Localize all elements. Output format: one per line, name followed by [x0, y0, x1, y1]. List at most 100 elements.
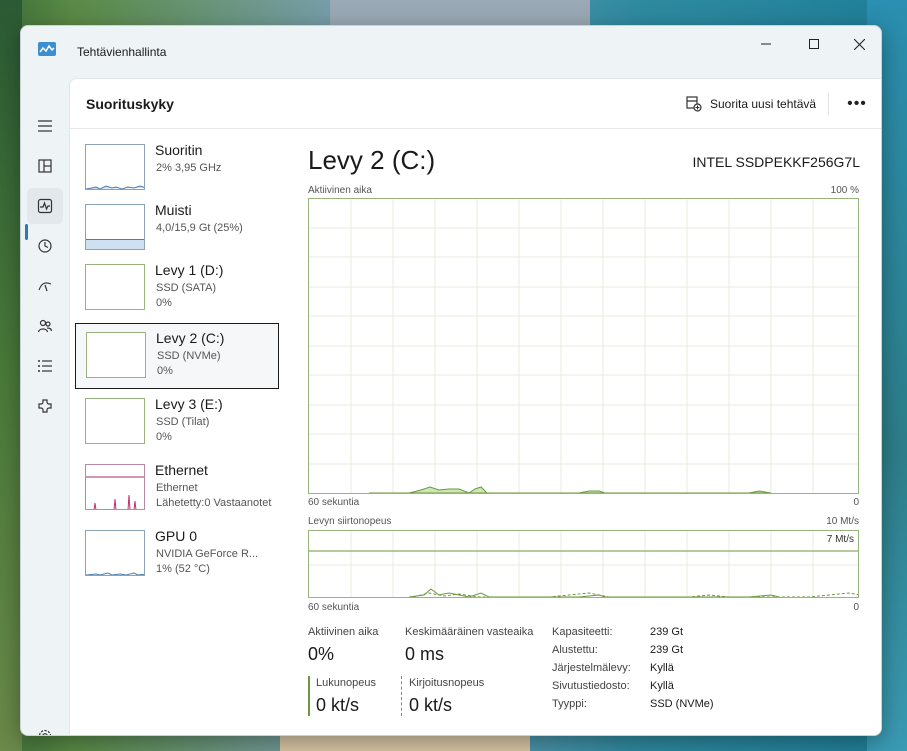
device-thumbnail: [85, 398, 145, 444]
response-time-label: Keskimääräinen vasteaika: [405, 626, 534, 638]
read-speed-value: 0 kt/s: [316, 695, 360, 715]
property-value: 239 Gt: [650, 644, 684, 656]
device-name: Suoritin: [155, 142, 203, 158]
nav-startup-apps[interactable]: [27, 268, 63, 304]
task-manager-app-icon: [38, 42, 56, 56]
property-value: 239 Gt: [650, 626, 684, 638]
graph2-xlabel: 60 sekuntia: [308, 602, 360, 613]
title-bar[interactable]: Tehtävienhallinta: [21, 26, 881, 78]
device-detail: NVIDIA GeForce R...: [156, 548, 259, 560]
header-divider: [828, 93, 829, 115]
transfer-rate-graph: 7 Mt/s: [308, 530, 859, 598]
active-time-label: Aktiivinen aika: [308, 626, 379, 638]
device-detail: 4,0/15,9 Gt (25%): [156, 222, 243, 234]
settings-icon: [38, 729, 52, 735]
graph1-xlabel: 60 sekuntia: [308, 497, 360, 508]
device-name: GPU 0: [155, 528, 198, 544]
device-detail: 2% 3,95 GHz: [156, 162, 222, 174]
device-name: Levy 3 (E:): [155, 396, 223, 412]
device-detail: Ethernet: [156, 482, 198, 494]
device-usage: Lähetetty:0 Vastaanotet: [156, 497, 272, 509]
menu-icon: [38, 120, 52, 132]
graph1-min: 0: [853, 497, 859, 508]
run-new-task-button[interactable]: Suorita uusi tehtävä: [686, 92, 816, 116]
desktop-wallpaper-sand: [280, 735, 530, 751]
nav-settings[interactable]: [27, 718, 63, 735]
nav-services[interactable]: [27, 388, 63, 424]
device-thumbnail: [86, 332, 146, 378]
device-thumbnail: [85, 264, 145, 310]
device-name: Ethernet: [155, 462, 208, 478]
app-history-icon: [38, 239, 52, 253]
processes-icon: [38, 159, 52, 173]
device-disk-3[interactable]: Levy 3 (E:) SSD (Tilat) 0%: [75, 390, 279, 456]
device-disk-1[interactable]: Levy 1 (D:) SSD (SATA) 0%: [75, 256, 279, 322]
property-key: Kapasiteetti:: [552, 626, 613, 638]
property-key: Järjestelmälevy:: [552, 662, 631, 674]
maximize-icon: [809, 39, 819, 49]
minimize-icon: [761, 43, 771, 45]
nav-users[interactable]: [27, 308, 63, 344]
minimize-button[interactable]: [743, 30, 789, 58]
main-content: Suorituskyky Suorita uusi tehtävä ••• Su…: [69, 78, 881, 735]
disk-model: INTEL SSDPEKKF256G7L: [692, 154, 860, 170]
detail-title: Levy 2 (C:): [308, 145, 436, 175]
device-usage: 0%: [157, 365, 173, 377]
device-list: Suoritin 2% 3,95 GHz Muisti 4,0/15,9 Gt …: [70, 129, 292, 735]
graph1-max: 100 %: [830, 185, 859, 196]
device-thumbnail: [85, 464, 145, 510]
nav-performance[interactable]: [27, 188, 63, 224]
close-button[interactable]: [836, 30, 881, 58]
desktop-wallpaper-left: [0, 0, 22, 751]
disk-detail-panel: Levy 2 (C:) INTEL SSDPEKKF256G7L Aktiivi…: [308, 129, 868, 735]
device-memory[interactable]: Muisti 4,0/15,9 Gt (25%): [75, 196, 279, 262]
property-key: Tyyppi:: [552, 698, 587, 710]
graph2-max: 10 Mt/s: [826, 516, 859, 527]
read-speed-label: Lukunopeus: [316, 677, 376, 689]
page-title: Suorituskyky: [86, 96, 174, 112]
nav-processes[interactable]: [27, 148, 63, 184]
graph2-min: 0: [853, 602, 859, 613]
response-time-value: 0 ms: [405, 644, 445, 664]
window-title: Tehtävienhallinta: [77, 45, 167, 59]
page-header: Suorituskyky Suorita uusi tehtävä •••: [70, 79, 881, 129]
details-icon: [38, 360, 52, 372]
write-speed-label: Kirjoitusnopeus: [409, 677, 485, 689]
device-disk-2[interactable]: Levy 2 (C:) SSD (NVMe) 0%: [75, 323, 279, 389]
graph1-label: Aktiivinen aika: [308, 185, 372, 196]
device-cpu[interactable]: Suoritin 2% 3,95 GHz: [75, 136, 279, 202]
device-name: Muisti: [155, 202, 192, 218]
device-usage: 0%: [156, 297, 172, 309]
device-gpu[interactable]: GPU 0 NVIDIA GeForce R... 1% (52 °C): [75, 522, 279, 588]
startup-icon: [38, 282, 52, 292]
device-detail: SSD (NVMe): [157, 350, 221, 362]
device-name: Levy 2 (C:): [156, 330, 225, 346]
active-time-value: 0%: [308, 644, 335, 664]
active-time-graph: [308, 198, 859, 494]
close-icon: [853, 38, 865, 50]
task-manager-window: Tehtävienhallinta Suorituskyky Suorita u…: [20, 25, 882, 736]
navigation-rail: [21, 78, 69, 735]
graph2-label: Levyn siirtonopeus: [308, 516, 392, 527]
more-options-button[interactable]: •••: [842, 92, 872, 116]
users-icon: [37, 319, 53, 333]
nav-app-history[interactable]: [27, 228, 63, 264]
nav-details[interactable]: [27, 348, 63, 384]
graph2-line-label: 7 Mt/s: [826, 534, 854, 545]
property-value: Kyllä: [650, 662, 674, 674]
property-key: Sivutustiedosto:: [552, 680, 630, 692]
services-icon: [38, 399, 52, 413]
run-task-label: Suorita uusi tehtävä: [710, 97, 817, 111]
device-ethernet[interactable]: Ethernet Ethernet Lähetetty:0 Vastaanote…: [75, 456, 279, 522]
maximize-button[interactable]: [791, 30, 837, 58]
property-value: Kyllä: [650, 680, 674, 692]
property-value: SSD (NVMe): [650, 698, 714, 710]
write-speed-indicator: [401, 676, 402, 716]
performance-icon: [37, 198, 53, 214]
device-usage: 0%: [156, 431, 172, 443]
device-usage: 1% (52 °C): [156, 563, 210, 575]
hamburger-menu-button[interactable]: [27, 108, 63, 144]
device-detail: SSD (Tilat): [156, 416, 210, 428]
write-speed-value: 0 kt/s: [409, 695, 453, 715]
device-name: Levy 1 (D:): [155, 262, 224, 278]
